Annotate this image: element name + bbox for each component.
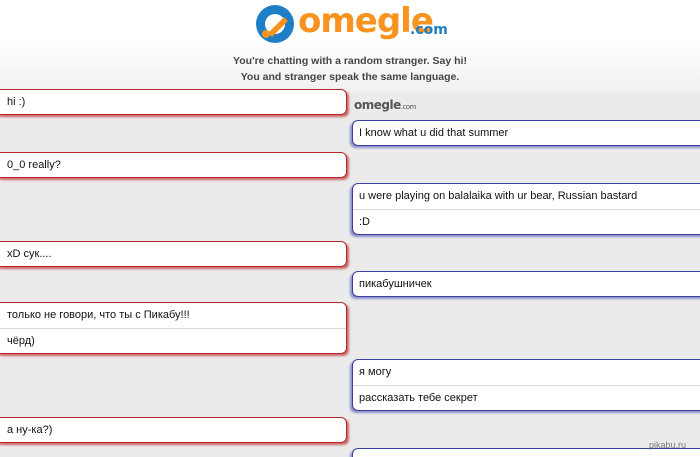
message-text: u were playing on balalaika with ur bear… — [359, 190, 638, 203]
logo-suffix: .com — [410, 22, 448, 38]
message-you: только не говори, что ты с Пикабу!!! чёр… — [0, 302, 347, 354]
message-you: 0_0 really? — [0, 152, 347, 178]
message-line: :D — [359, 210, 700, 235]
header: omegle .com You're chatting with a rando… — [0, 0, 700, 92]
message-text: xD сук.... — [7, 248, 52, 260]
message-you: xD сук.... — [0, 241, 347, 267]
message-text: :D — [359, 215, 370, 228]
mini-logo-suffix: .com — [400, 103, 417, 111]
status-line-1: You're chatting with a random stranger. … — [233, 55, 467, 67]
message-text: I know what u did that summer — [359, 127, 509, 139]
message-text: а ну-ка?) — [7, 424, 53, 436]
message-line: только не говори, что ты с Пикабу!!! — [7, 303, 346, 328]
message-stranger — [352, 448, 700, 457]
mini-logo-text: omegle — [354, 98, 401, 112]
message-text: я могу — [359, 366, 392, 379]
message-stranger: я могу рассказать тебе секрет — [352, 359, 700, 411]
message-line: чёрд) — [7, 329, 346, 354]
message-text: hi :) — [7, 96, 26, 108]
message-stranger: пикабушничек — [352, 271, 700, 297]
message-text: пикабушничек — [359, 278, 432, 290]
message-you: hi :) — [0, 89, 347, 115]
message-text: 0_0 really? — [7, 159, 61, 171]
message-text: только не говори, что ты с Пикабу!!! — [7, 309, 190, 322]
omegle-logo-icon — [256, 5, 294, 43]
message-text: чёрд) — [7, 334, 35, 347]
message-stranger: u were playing on balalaika with ur bear… — [352, 183, 700, 235]
message-stranger: I know what u did that summer — [352, 120, 700, 146]
message-line: u were playing on balalaika with ur bear… — [359, 184, 700, 209]
message-line: рассказать тебе секрет — [359, 386, 700, 411]
message-line: я могу — [359, 360, 700, 385]
status-line-2: You and stranger speak the same language… — [240, 71, 460, 83]
omegle-logo[interactable]: omegle .com — [254, 1, 454, 45]
pikabu-watermark: pikabu.ru — [649, 440, 687, 450]
message-you: а ну-ка?) — [0, 417, 347, 443]
stranger-omegle-logo: omegle.com — [354, 98, 416, 112]
message-text: рассказать тебе секрет — [359, 391, 478, 404]
